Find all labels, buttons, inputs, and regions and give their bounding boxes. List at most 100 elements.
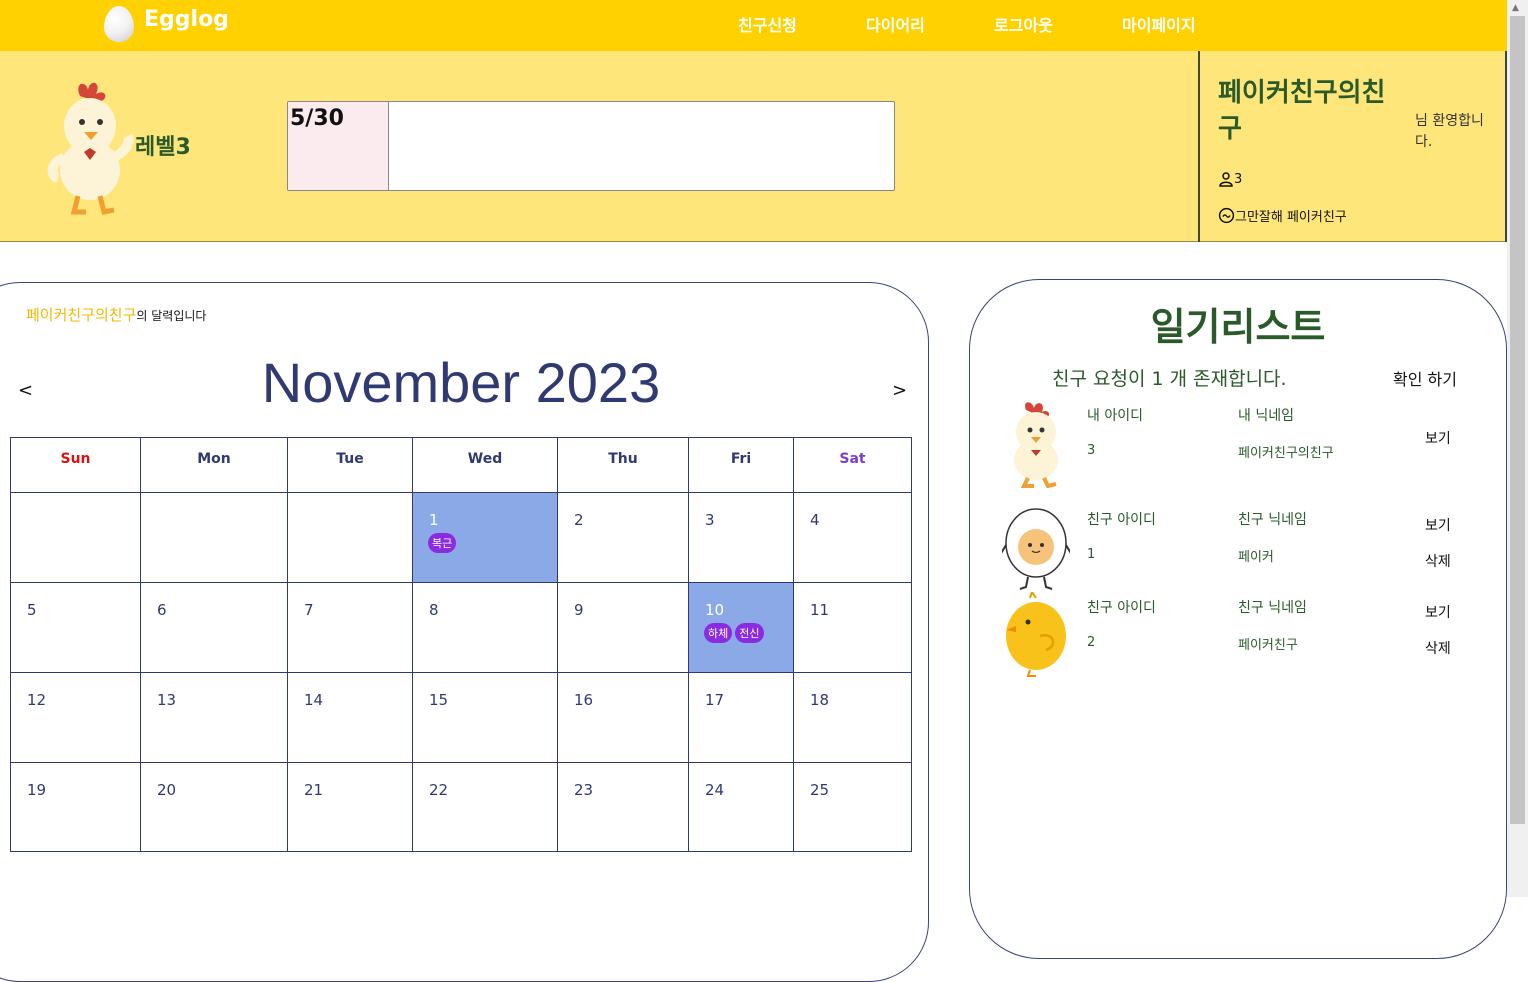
weekday-header: Fri xyxy=(688,437,793,492)
calendar-day-8[interactable]: 8 xyxy=(412,582,557,672)
calendar-owner-name: 페이커친구의친구 xyxy=(26,306,137,324)
day-number: 13 xyxy=(157,691,177,709)
weekday-header: Sun xyxy=(10,437,140,492)
calendar-day-6[interactable]: 6 xyxy=(140,582,287,672)
list-item-nick-label: 친구 닉네임 xyxy=(1238,512,1307,528)
day-number: 8 xyxy=(429,601,439,619)
calendar-day-4[interactable]: 4 xyxy=(793,492,912,582)
day-number: 17 xyxy=(705,691,725,709)
calendar-day-17[interactable]: 17 xyxy=(688,672,793,762)
friend-request-notice: 친구 요청이 1 개 존재합니다. xyxy=(1052,368,1287,390)
list-item-nick: 페이커친구의친구 xyxy=(1238,446,1334,461)
next-month-button[interactable]: > xyxy=(892,380,907,401)
egg-character-icon xyxy=(1002,508,1070,590)
view-button[interactable]: 보기 xyxy=(1425,515,1451,535)
calendar-empty-cell xyxy=(140,492,287,582)
check-request-button[interactable]: 확인 하기 xyxy=(1393,366,1457,390)
status-message: 그만잘해 페이커친구 xyxy=(1218,206,1347,225)
calendar-day-11[interactable]: 11 xyxy=(793,582,912,672)
calendar-day-7[interactable]: 7 xyxy=(287,582,412,672)
view-button[interactable]: 보기 xyxy=(1425,428,1451,448)
calendar-day-1[interactable]: 1 복근 xyxy=(412,492,557,582)
calendar-empty-cell xyxy=(10,492,140,582)
calendar-day-3[interactable]: 3 xyxy=(688,492,793,582)
day-number: 16 xyxy=(574,691,594,709)
calendar-day-16[interactable]: 16 xyxy=(557,672,688,762)
nav-diary[interactable]: 다이어리 xyxy=(866,12,925,36)
view-button[interactable]: 보기 xyxy=(1425,602,1451,622)
day-number: 3 xyxy=(705,511,715,529)
username: 페이커친구의친구 xyxy=(1218,78,1386,145)
day-number: 24 xyxy=(705,781,725,799)
calendar-day-24[interactable]: 24 xyxy=(688,762,793,852)
day-number: 2 xyxy=(574,511,584,529)
calendar-day-25[interactable]: 25 xyxy=(793,762,912,852)
calendar-grid: Sun Mon Tue Wed Thu Fri Sat 1 복근 2 3 4 5 6 7 8 9 10 하체 전신 11… xyxy=(10,437,912,853)
level-label: 레벨3 xyxy=(135,135,191,160)
calendar-day-18[interactable]: 18 xyxy=(793,672,912,762)
nav-mypage[interactable]: 마이페이지 xyxy=(1122,12,1196,36)
weekday-header: Thu xyxy=(557,437,688,492)
calendar-day-21[interactable]: 21 xyxy=(287,762,412,852)
chicken-icon xyxy=(1014,402,1058,488)
list-item-nick: 페이커 xyxy=(1238,550,1274,565)
day-number: 19 xyxy=(27,781,47,799)
calendar-day-13[interactable]: 13 xyxy=(140,672,287,762)
list-item-nick-label: 친구 닉네임 xyxy=(1238,600,1307,616)
day-number: 10 xyxy=(705,601,725,619)
calendar-day-9[interactable]: 9 xyxy=(557,582,688,672)
list-item-nick-label: 내 닉네임 xyxy=(1238,408,1294,424)
smile-icon xyxy=(1218,207,1235,224)
workout-tag[interactable]: 복근 xyxy=(428,533,457,553)
calendar-day-2[interactable]: 2 xyxy=(557,492,688,582)
day-number: 4 xyxy=(810,511,820,529)
chicken-mascot-icon xyxy=(47,82,134,215)
egg-logo-icon xyxy=(104,6,134,42)
day-number: 7 xyxy=(304,601,314,619)
friend-count: 3 xyxy=(1218,171,1242,187)
month-title: November 2023 xyxy=(261,351,661,414)
scrollbar[interactable]: ▲ xyxy=(1507,0,1528,897)
scrollbar-thumb[interactable] xyxy=(1510,16,1525,824)
user-icon xyxy=(1219,172,1233,187)
day-number: 22 xyxy=(429,781,449,799)
calendar-day-19[interactable]: 19 xyxy=(10,762,140,852)
calendar-owner: 페이커친구의친구의 달력입니다 xyxy=(26,304,206,325)
day-number: 1 xyxy=(429,511,439,529)
list-item-id: 1 xyxy=(1087,547,1096,562)
weekday-header: Sat xyxy=(793,437,912,492)
calendar-day-15[interactable]: 15 xyxy=(412,672,557,762)
day-number: 5 xyxy=(27,601,37,619)
calendar-day-12[interactable]: 12 xyxy=(10,672,140,762)
scroll-up-arrow-icon[interactable]: ▲ xyxy=(1512,3,1519,13)
day-number: 14 xyxy=(304,691,324,709)
logo-text: Egglog xyxy=(144,6,229,32)
calendar-day-23[interactable]: 23 xyxy=(557,762,688,852)
workout-tags: 복근 xyxy=(428,533,457,553)
friend-count-value: 3 xyxy=(1234,171,1243,187)
calendar-day-22[interactable]: 22 xyxy=(412,762,557,852)
top-navbar: Egglog 친구신청 다이어리 로그아웃 마이페이지 xyxy=(0,0,1507,51)
logo[interactable]: Egglog xyxy=(104,6,229,42)
delete-button[interactable]: 삭제 xyxy=(1425,551,1451,571)
nav-friend-request[interactable]: 친구신청 xyxy=(738,12,797,36)
calendar-day-10[interactable]: 10 하체 전신 xyxy=(688,582,793,672)
day-number: 12 xyxy=(27,691,47,709)
delete-button[interactable]: 삭제 xyxy=(1425,638,1451,658)
calendar-day-20[interactable]: 20 xyxy=(140,762,287,852)
calendar-day-14[interactable]: 14 xyxy=(287,672,412,762)
progress-text: 5/30 xyxy=(290,106,344,131)
calendar-day-5[interactable]: 5 xyxy=(10,582,140,672)
day-number: 20 xyxy=(157,781,177,799)
workout-tag[interactable]: 하체 xyxy=(704,623,733,643)
list-item-id: 3 xyxy=(1087,443,1096,458)
nav-logout[interactable]: 로그아웃 xyxy=(994,12,1053,36)
list-item-id: 2 xyxy=(1087,635,1096,650)
workout-tag[interactable]: 전신 xyxy=(735,623,764,643)
day-number: 21 xyxy=(304,781,324,799)
day-number: 6 xyxy=(157,601,167,619)
weekday-header: Mon xyxy=(140,437,287,492)
status-text: 그만잘해 페이커친구 xyxy=(1235,210,1347,225)
list-item-id-label: 친구 아이디 xyxy=(1087,512,1156,528)
day-number: 25 xyxy=(810,781,830,799)
